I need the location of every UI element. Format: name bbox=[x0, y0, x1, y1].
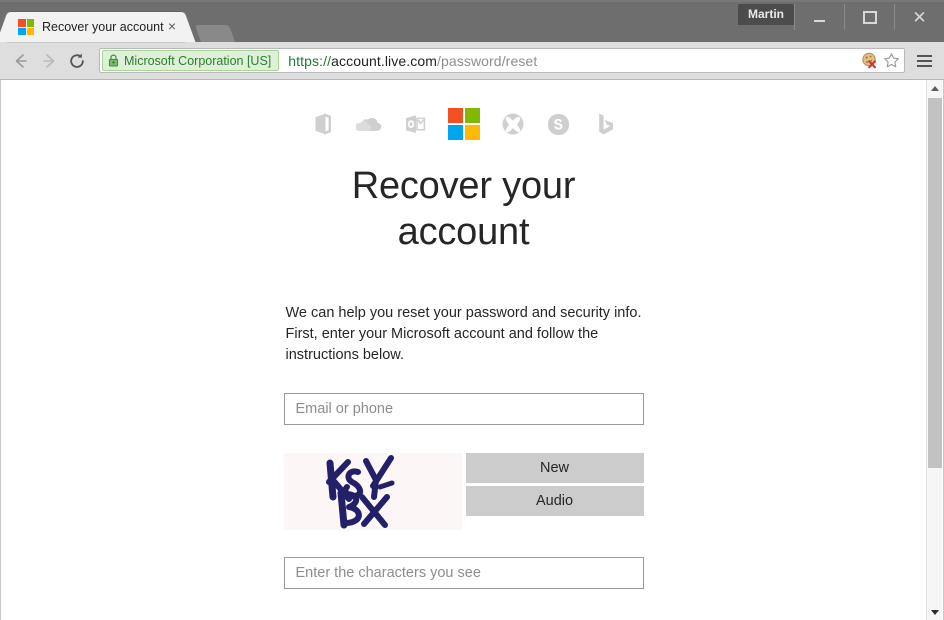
hamburger-menu-icon bbox=[916, 54, 932, 57]
browser-window: Recover your account × Martin ✕ Microsof… bbox=[0, 0, 944, 620]
url-host: account.live.com bbox=[331, 52, 437, 69]
close-icon: ✕ bbox=[912, 7, 927, 27]
title-bar: Recover your account × Martin ✕ bbox=[0, 0, 944, 42]
scroll-down-button[interactable] bbox=[927, 604, 943, 620]
url-scheme: https:// bbox=[288, 52, 332, 69]
captcha-section: New Audio bbox=[283, 453, 644, 530]
arrow-left-icon bbox=[15, 53, 27, 68]
captcha-image bbox=[283, 453, 462, 530]
reload-button[interactable] bbox=[63, 47, 91, 75]
office-icon[interactable] bbox=[310, 111, 336, 137]
url-display[interactable]: https://account.live.com/password/reset bbox=[288, 53, 858, 69]
close-window-button[interactable]: ✕ bbox=[894, 4, 944, 30]
maximize-button[interactable] bbox=[844, 4, 894, 30]
minimize-icon bbox=[814, 19, 825, 22]
outlook-icon[interactable] bbox=[402, 111, 428, 137]
tab-strip: Recover your account × bbox=[0, 2, 236, 42]
web-page: Recover your account We can help you res… bbox=[1, 80, 928, 620]
bookmark-star-icon[interactable] bbox=[880, 50, 902, 72]
hamburger-menu-icon bbox=[916, 59, 932, 62]
account-recovery-form: Recover your account We can help you res… bbox=[283, 80, 644, 620]
skype-icon[interactable] bbox=[546, 111, 572, 137]
cookie-blocked-icon[interactable] bbox=[858, 50, 880, 72]
captcha-input[interactable] bbox=[293, 564, 634, 582]
security-certificate-badge[interactable]: Microsoft Corporation [US] bbox=[102, 50, 280, 71]
lock-icon bbox=[108, 54, 119, 67]
audio-captcha-button[interactable]: Audio bbox=[465, 486, 644, 516]
url-path: /password/reset bbox=[436, 52, 538, 69]
vertical-scrollbar[interactable] bbox=[926, 80, 942, 620]
browser-menu-button[interactable] bbox=[911, 47, 937, 75]
bing-icon[interactable] bbox=[592, 111, 618, 137]
page-title: Recover your account bbox=[351, 165, 576, 253]
certificate-org-name: Microsoft Corporation [US] bbox=[124, 53, 272, 68]
minimize-button[interactable] bbox=[794, 4, 844, 30]
back-button[interactable] bbox=[7, 47, 35, 75]
captcha-answer-field[interactable] bbox=[283, 557, 644, 589]
xbox-icon[interactable] bbox=[500, 111, 526, 137]
close-tab-icon[interactable]: × bbox=[164, 19, 180, 35]
browser-tab[interactable]: Recover your account × bbox=[8, 12, 184, 42]
scrollbar-thumb[interactable] bbox=[928, 98, 942, 468]
onedrive-icon[interactable] bbox=[355, 111, 382, 137]
maximize-icon bbox=[862, 10, 877, 24]
arrow-right-icon bbox=[43, 53, 55, 68]
email-input[interactable] bbox=[293, 400, 634, 418]
hamburger-menu-icon bbox=[916, 64, 932, 67]
reload-icon bbox=[70, 52, 84, 68]
microsoft-services-icon-row bbox=[284, 102, 644, 146]
new-tab-button[interactable] bbox=[194, 25, 236, 42]
browser-toolbar: Microsoft Corporation [US] https://accou… bbox=[0, 42, 944, 80]
email-or-phone-field[interactable] bbox=[283, 393, 644, 425]
address-bar[interactable]: Microsoft Corporation [US] https://accou… bbox=[99, 48, 905, 73]
page-viewport: Recover your account We can help you res… bbox=[0, 80, 944, 620]
microsoft-logo-icon bbox=[18, 19, 34, 35]
forward-button[interactable] bbox=[35, 47, 63, 75]
page-description: We can help you reset your password and … bbox=[285, 305, 642, 363]
scroll-up-button[interactable] bbox=[927, 80, 943, 97]
microsoft-logo-icon[interactable] bbox=[447, 108, 480, 140]
tab-title: Recover your account bbox=[42, 20, 164, 34]
captcha-controls: New Audio bbox=[465, 453, 644, 516]
new-captcha-button[interactable]: New bbox=[465, 453, 644, 483]
user-profile-button[interactable]: Martin bbox=[738, 4, 794, 25]
window-controls: ✕ bbox=[794, 4, 944, 30]
